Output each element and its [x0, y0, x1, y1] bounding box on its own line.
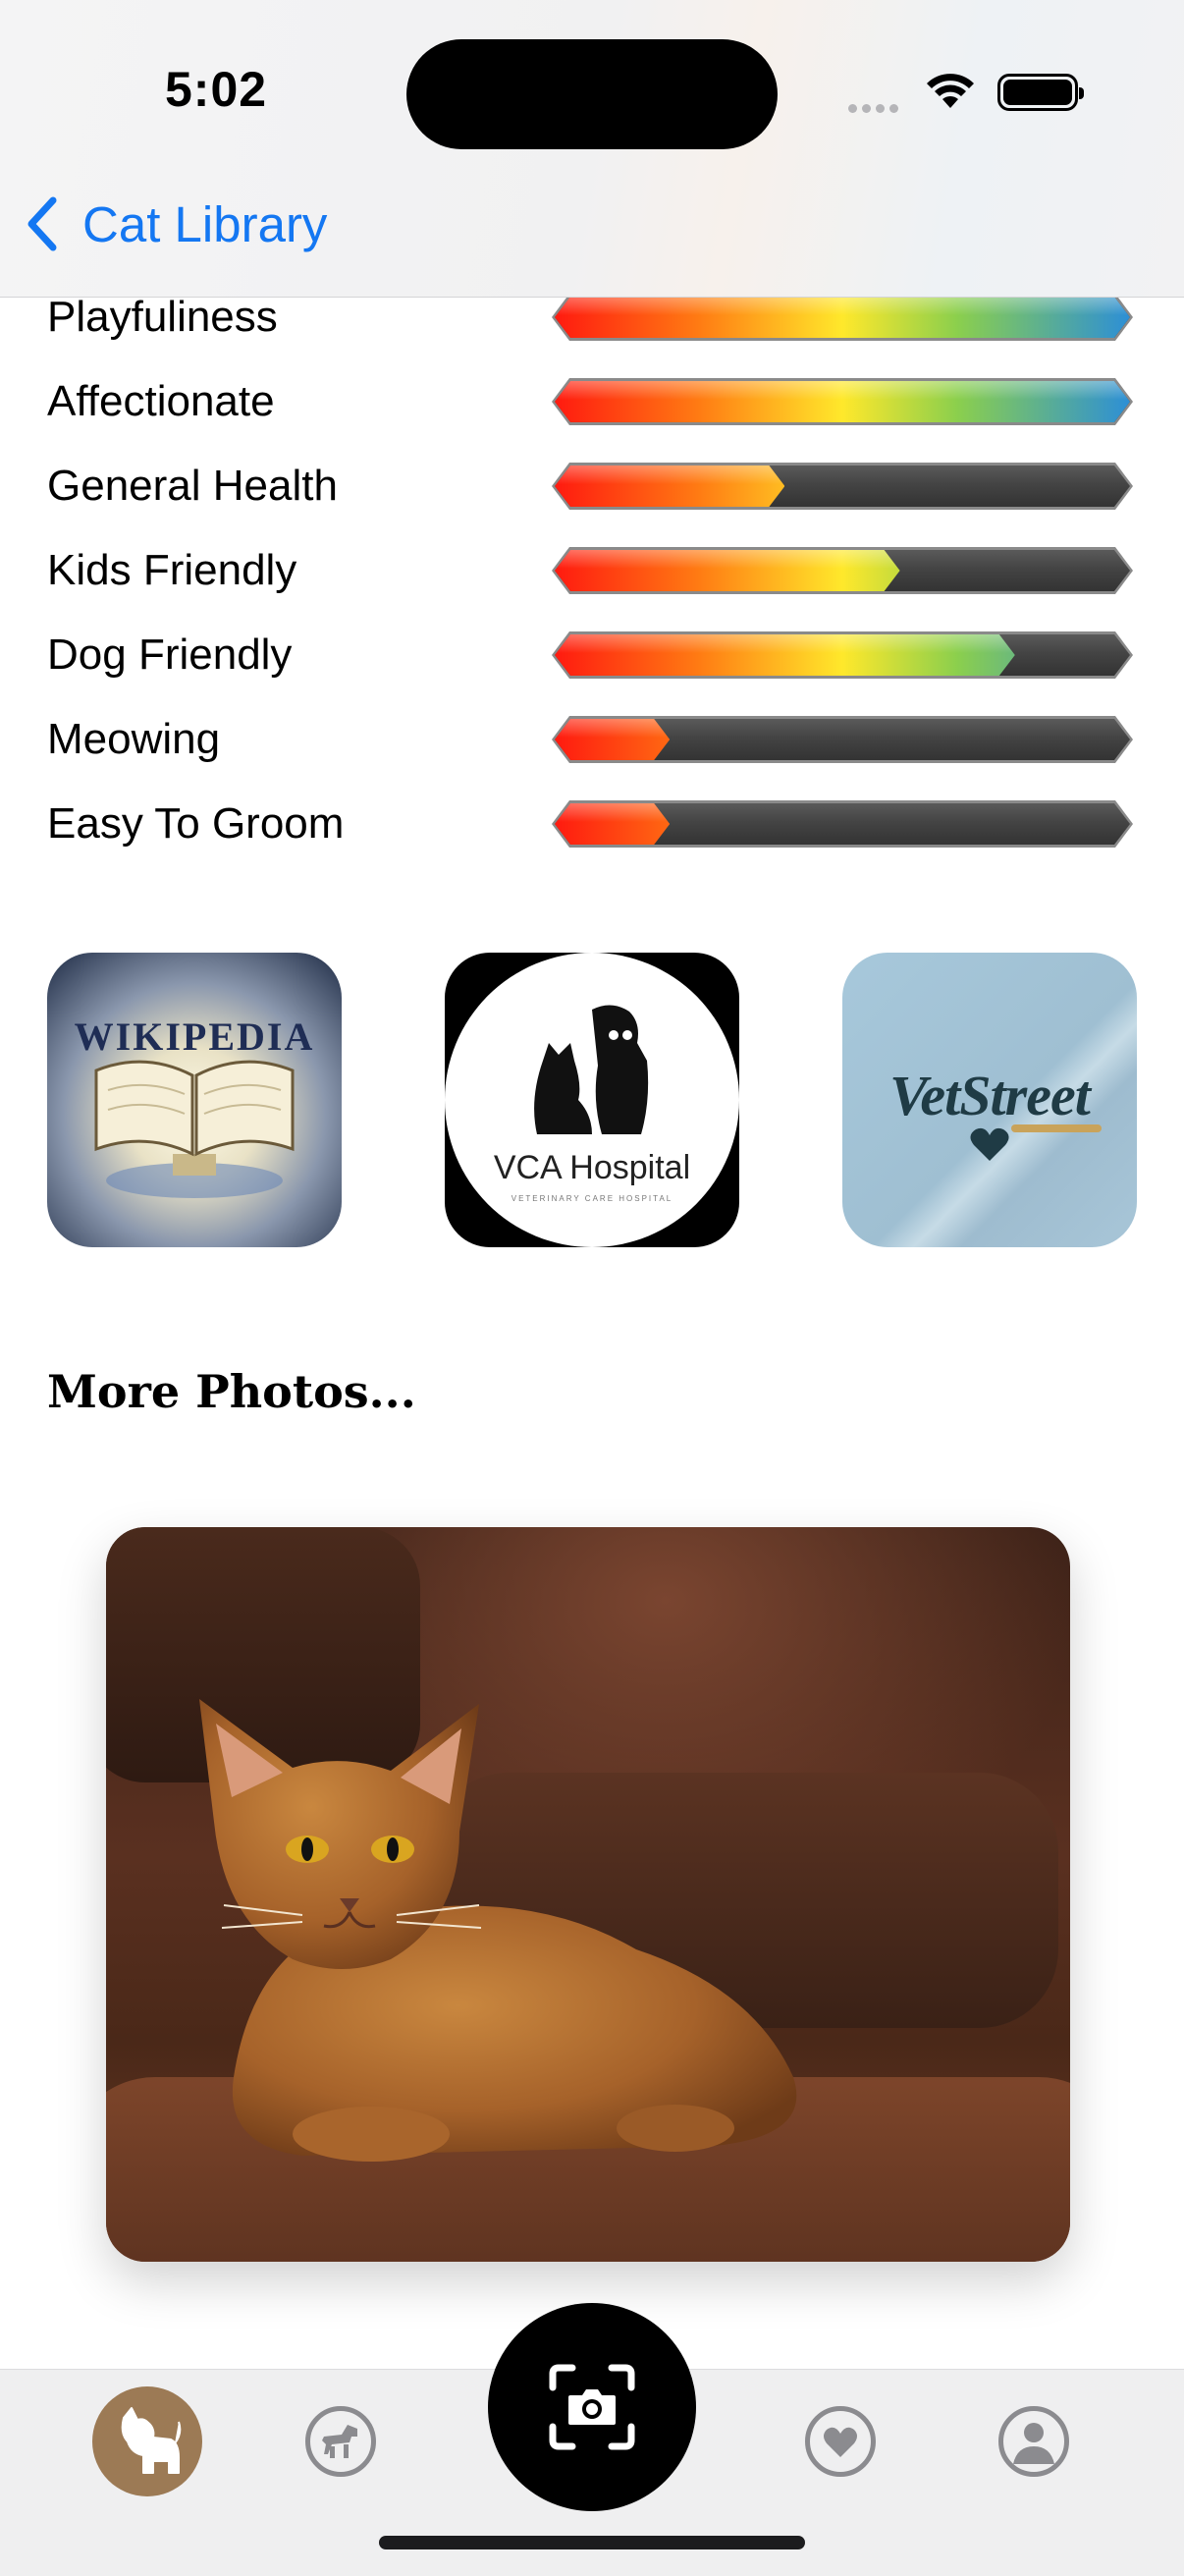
heart-icon — [824, 2427, 857, 2457]
stat-label: General Health — [47, 462, 338, 510]
tab-cats[interactable] — [92, 2386, 202, 2496]
cat-and-dog-icon — [534, 1005, 649, 1134]
stat-row-kids-friendly: Kids Friendly — [0, 528, 1184, 613]
open-book-icon — [94, 1060, 295, 1198]
stat-label: Easy To Groom — [47, 799, 345, 848]
stat-bar-fill — [555, 297, 1130, 338]
heart-paw-icon — [970, 1124, 1102, 1161]
stat-bar — [552, 463, 1133, 510]
camera-scan-icon — [549, 2364, 635, 2450]
stat-bar-fill — [555, 803, 670, 845]
stat-bar-fill — [555, 719, 670, 760]
stat-row-affectionate: Affectionate — [0, 359, 1184, 444]
vca-logo-text: VCA Hospital — [493, 1149, 691, 1186]
chevron-left-icon — [27, 196, 57, 251]
stat-bar — [552, 716, 1133, 763]
stat-label: Kids Friendly — [47, 546, 297, 594]
tab-dogs[interactable] — [286, 2386, 396, 2496]
stat-bar — [552, 547, 1133, 594]
stat-row-easy-to-groom: Easy To Groom — [0, 782, 1184, 866]
stat-bar — [552, 378, 1133, 425]
stat-row-dog-friendly: Dog Friendly — [0, 613, 1184, 697]
home-indicator — [379, 2536, 805, 2549]
vca-logo-subtext: VETERINARY CARE HOSPITAL — [511, 1194, 673, 1203]
wifi-icon — [927, 74, 974, 108]
wikipedia-link-button[interactable]: WIKIPEDIA — [47, 953, 342, 1247]
stat-bar — [552, 631, 1133, 679]
stat-bar-fill — [555, 466, 784, 507]
navigation-header: 5:02 Cat Library — [0, 0, 1184, 298]
stat-bar — [552, 294, 1133, 341]
scan-camera-button[interactable] — [488, 2303, 696, 2511]
dog-icon — [322, 2425, 357, 2458]
more-photos-title: More Photos... — [47, 1365, 416, 1418]
cat-illustration — [199, 1699, 797, 2162]
wikipedia-logo-text: WIKIPEDIA — [74, 1014, 315, 1059]
status-time: 5:02 — [165, 62, 268, 117]
back-button[interactable]: Cat Library — [24, 194, 327, 253]
stat-label: Affectionate — [47, 377, 275, 425]
stat-bar-fill — [555, 550, 900, 591]
stat-bar-fill — [555, 634, 1015, 676]
dynamic-island — [406, 39, 778, 149]
stat-bar-fill — [555, 381, 1130, 422]
stat-bar — [552, 800, 1133, 848]
stat-label: Dog Friendly — [47, 630, 293, 679]
stat-row-general-health: General Health — [0, 444, 1184, 528]
signal-dots-icon — [848, 100, 903, 118]
person-icon — [1013, 2423, 1054, 2464]
cat-photo — [106, 1527, 1070, 2262]
cat-icon — [121, 2407, 182, 2474]
vca-hospital-link-button[interactable]: VCA Hospital VETERINARY CARE HOSPITAL — [445, 953, 739, 1247]
tab-favorites[interactable] — [785, 2386, 895, 2496]
stat-row-meowing: Meowing — [0, 697, 1184, 782]
stat-label: Playfuliness — [47, 293, 278, 341]
stat-label: Meowing — [47, 715, 221, 763]
vetstreet-link-button[interactable]: VetStreet — [842, 953, 1137, 1247]
back-label: Cat Library — [82, 195, 328, 252]
tab-profile[interactable] — [979, 2386, 1089, 2496]
battery-icon — [997, 74, 1084, 111]
